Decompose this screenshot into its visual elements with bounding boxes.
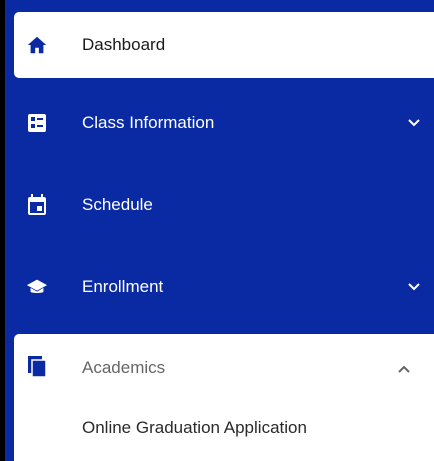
chevron-down-icon[interactable] bbox=[406, 115, 422, 131]
sidebar-item-dashboard[interactable]: Dashboard bbox=[14, 12, 434, 78]
chevron-up-icon[interactable] bbox=[396, 361, 412, 377]
sidebar-item-label: Dashboard bbox=[82, 35, 166, 54]
academics-section: Academics Online Graduation Application bbox=[14, 334, 434, 461]
documents-icon bbox=[26, 354, 50, 378]
sidebar-item-schedule[interactable]: Schedule bbox=[5, 164, 434, 246]
chevron-down-icon[interactable] bbox=[406, 279, 422, 295]
home-icon bbox=[26, 34, 48, 56]
sidebar-subitem-online-graduation-application[interactable]: Online Graduation Application bbox=[82, 418, 307, 438]
academics-label[interactable]: Academics bbox=[82, 358, 165, 378]
sidebar-item-label: Class Information bbox=[82, 113, 215, 132]
sidebar-nav: Dashboard Class Information Schedule Enr… bbox=[5, 6, 434, 328]
sidebar-item-enrollment[interactable]: Enrollment bbox=[5, 246, 434, 328]
class-info-icon bbox=[26, 112, 48, 134]
graduation-cap-icon bbox=[26, 276, 48, 298]
calendar-icon bbox=[26, 194, 48, 216]
sidebar-item-label: Enrollment bbox=[82, 277, 164, 296]
sidebar-item-label: Schedule bbox=[82, 195, 153, 214]
sidebar-item-class-information[interactable]: Class Information bbox=[5, 82, 434, 164]
